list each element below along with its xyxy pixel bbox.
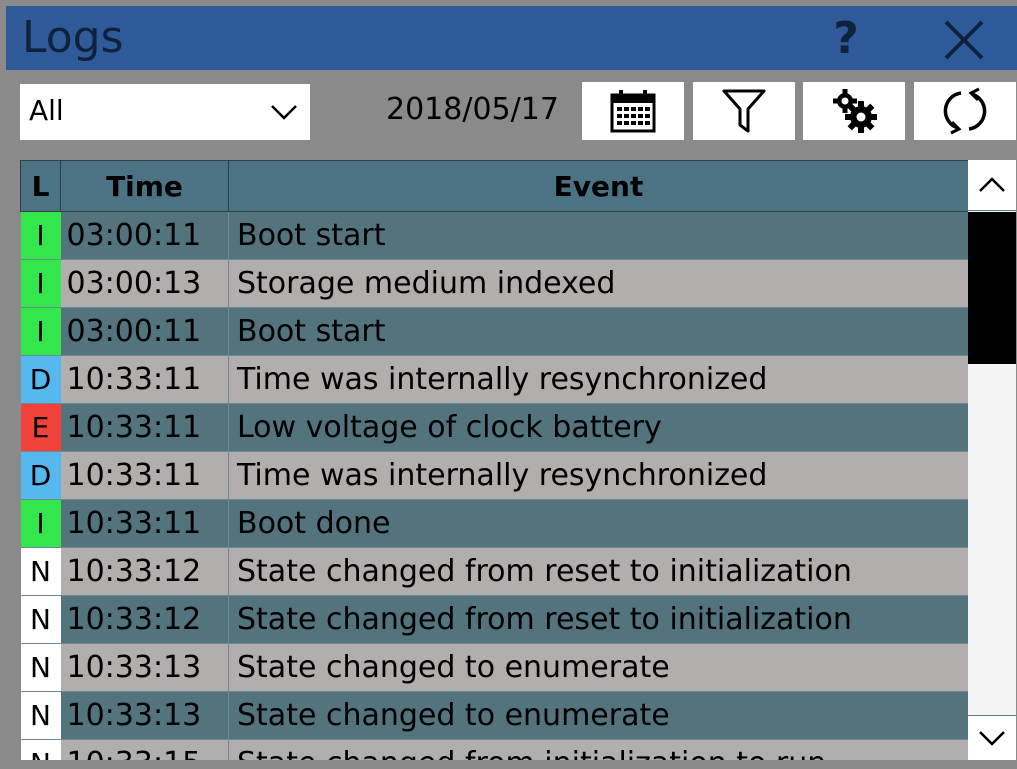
level-cell: I bbox=[20, 307, 61, 356]
event-cell: Boot done bbox=[228, 499, 968, 548]
table-row[interactable]: N 10:33:12 State changed from reset to ini… bbox=[20, 547, 968, 596]
table-row[interactable]: N10:33:15State changed from initializati… bbox=[20, 739, 968, 760]
level-cell: I bbox=[20, 259, 61, 308]
table-header-row: L Time Event bbox=[20, 160, 968, 212]
table-row[interactable]: N 10:33:12 State changed from reset to ini… bbox=[20, 595, 968, 644]
time-cell: 10:33:11 bbox=[60, 403, 229, 452]
chevron-down-icon bbox=[979, 731, 1005, 746]
calendar-icon bbox=[610, 90, 656, 133]
time-cell: 03:00:11 bbox=[60, 211, 229, 260]
refresh-button[interactable] bbox=[914, 82, 1016, 140]
level-cell: N bbox=[20, 691, 61, 740]
calendar-button[interactable] bbox=[582, 82, 684, 140]
chevron-down-icon bbox=[271, 105, 297, 120]
table-row[interactable]: D 10:33:11 Time was internally resynchroni… bbox=[20, 355, 968, 404]
level-cell: N bbox=[20, 595, 61, 644]
log-filter-value: All bbox=[29, 94, 64, 127]
table-row[interactable]: D 10:33:11 Time was internally resynchroni… bbox=[20, 451, 968, 500]
window-title: Logs bbox=[22, 12, 124, 63]
gears-icon bbox=[833, 89, 877, 133]
date-label: 2018/05/17 bbox=[386, 92, 559, 127]
time-cell: 03:00:13 bbox=[60, 259, 229, 308]
event-cell: Storage medium indexed bbox=[228, 259, 968, 308]
scroll-thumb[interactable] bbox=[968, 212, 1016, 364]
log-table-body: I 03:00:11 Boot start I 03:00:13 Storage med… bbox=[20, 211, 968, 760]
settings-button[interactable] bbox=[803, 82, 905, 140]
log-table: L Time Event I 03:00:11 Boot start I 03:00:… bbox=[20, 160, 968, 760]
column-header-time[interactable]: Time bbox=[60, 160, 229, 212]
event-cell: State changed to enumerate bbox=[228, 691, 968, 740]
event-cell: State changed from reset to initializati… bbox=[228, 547, 968, 596]
level-cell: I bbox=[20, 499, 61, 548]
time-cell: 10:33:12 bbox=[60, 547, 229, 596]
time-cell: 10:33:12 bbox=[60, 595, 229, 644]
event-cell: Low voltage of clock battery bbox=[228, 403, 968, 452]
time-cell: 10:33:13 bbox=[60, 643, 229, 692]
level-cell: E bbox=[20, 403, 61, 452]
table-row[interactable]: E 10:33:11 Low voltage of clock battery bbox=[20, 403, 968, 452]
close-icon bbox=[944, 20, 984, 60]
event-cell: State changed from initialization to run bbox=[228, 739, 968, 760]
funnel-icon bbox=[722, 89, 766, 133]
time-cell: 10:33:11 bbox=[60, 451, 229, 500]
event-cell: Time was internally resynchronized bbox=[228, 355, 968, 404]
table-row[interactable]: I 10:33:11 Boot done bbox=[20, 499, 968, 548]
level-cell: N bbox=[20, 547, 61, 596]
help-button[interactable]: ? bbox=[821, 14, 871, 64]
scroll-up-button[interactable] bbox=[968, 160, 1016, 211]
event-cell: Time was internally resynchronized bbox=[228, 451, 968, 500]
event-cell: Boot start bbox=[228, 307, 968, 356]
level-cell: N bbox=[20, 643, 61, 692]
level-cell: D bbox=[20, 451, 61, 500]
chevron-up-icon bbox=[979, 177, 1005, 192]
column-header-event[interactable]: Event bbox=[228, 160, 968, 212]
table-row[interactable]: I 03:00:11 Boot start bbox=[20, 307, 968, 356]
level-cell: D bbox=[20, 355, 61, 404]
table-row[interactable]: I 03:00:11 Boot start bbox=[20, 211, 968, 260]
time-cell: 10:33:13 bbox=[60, 691, 229, 740]
level-cell: I bbox=[20, 211, 61, 260]
time-cell: 03:00:11 bbox=[60, 307, 229, 356]
table-row[interactable]: I 03:00:13 Storage medium indexed bbox=[20, 259, 968, 308]
toolbar: All 2018/05/17 bbox=[6, 70, 1017, 156]
level-cell: N bbox=[20, 739, 61, 760]
table-row[interactable]: N 10:33:13 State changed to enumerate bbox=[20, 691, 968, 740]
close-button[interactable] bbox=[940, 16, 988, 64]
time-cell: 10:33:15 bbox=[60, 739, 229, 760]
filter-button[interactable] bbox=[693, 82, 795, 140]
scroll-down-button[interactable] bbox=[968, 715, 1016, 760]
event-cell: State changed from reset to initializati… bbox=[228, 595, 968, 644]
table-row[interactable]: N 10:33:13 State changed to enumerate bbox=[20, 643, 968, 692]
event-cell: Boot start bbox=[228, 211, 968, 260]
event-cell: State changed to enumerate bbox=[228, 643, 968, 692]
refresh-icon bbox=[943, 87, 987, 135]
time-cell: 10:33:11 bbox=[60, 499, 229, 548]
log-filter-select[interactable]: All bbox=[20, 84, 310, 140]
column-header-level[interactable]: L bbox=[20, 160, 61, 212]
title-bar: Logs ? bbox=[6, 6, 1017, 70]
vertical-scrollbar[interactable] bbox=[968, 160, 1016, 760]
time-cell: 10:33:11 bbox=[60, 355, 229, 404]
